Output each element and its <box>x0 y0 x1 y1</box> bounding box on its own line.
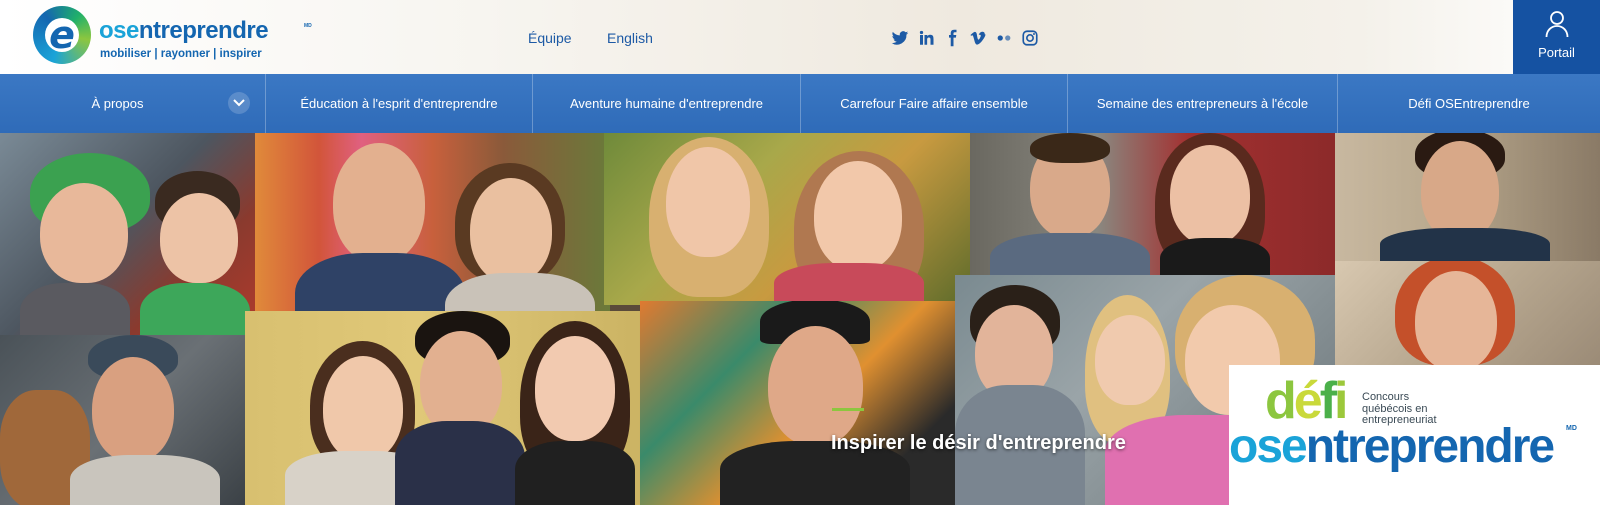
defi-osentreprendre-badge[interactable]: défi Concours québécois en entrepreneuri… <box>1229 365 1600 505</box>
nav-item-label: Défi OSEntreprendre <box>1408 96 1530 111</box>
portal-label: Portail <box>1538 45 1575 60</box>
english-link[interactable]: English <box>607 30 653 46</box>
nav-item-semaine[interactable]: Semaine des entrepreneurs à l'école <box>1068 74 1338 133</box>
top-header: e osentreprendre MD mobiliser | rayonner… <box>0 0 1600 74</box>
vimeo-icon[interactable] <box>969 29 987 47</box>
osentreprendre-logo[interactable]: e osentreprendre MD mobiliser | rayonner… <box>33 6 312 66</box>
nav-item-label: Aventure humaine d'entreprendre <box>569 96 764 111</box>
hero-photo-two-women <box>604 133 974 305</box>
user-icon <box>1545 11 1569 38</box>
flickr-icon[interactable] <box>995 29 1013 47</box>
hero-photo-young-man <box>1335 133 1600 261</box>
defi-osentreprendre-wordmark: osentreprendre <box>1229 420 1555 473</box>
hero-photo-three-teens <box>245 311 675 505</box>
hero-photo-yarn-couple <box>255 133 610 341</box>
nav-item-education[interactable]: Éducation à l'esprit d'entreprendre <box>266 74 533 133</box>
nav-item-label: Semaine des entrepreneurs à l'école <box>1096 96 1309 111</box>
slogan-accent-bar <box>832 408 864 411</box>
nav-item-defi[interactable]: Défi OSEntreprendre <box>1338 74 1600 133</box>
logo-md-mark: MD <box>304 23 312 29</box>
nav-item-a-propos[interactable]: À propos <box>0 74 266 133</box>
equipe-link[interactable]: Équipe <box>528 30 572 46</box>
linkedin-icon[interactable] <box>917 29 935 47</box>
logo-tagline: mobiliser | rayonner | inspirer <box>100 48 262 60</box>
main-navigation: À propos Éducation à l'esprit d'entrepre… <box>0 74 1600 133</box>
portal-button[interactable]: Portail <box>1513 0 1600 74</box>
instagram-icon[interactable] <box>1021 29 1039 47</box>
defi-md-mark: MD <box>1566 425 1577 432</box>
hero-photo-couple-barn <box>970 133 1335 281</box>
logo-e-glyph: e <box>49 13 75 57</box>
nav-item-label: À propos <box>91 96 144 111</box>
hero-photo-pottery-woman <box>1335 261 1600 371</box>
hero-photo-artist-cap <box>640 301 960 505</box>
nav-item-carrefour[interactable]: Carrefour Faire affaire ensemble <box>801 74 1068 133</box>
nav-item-label: Carrefour Faire affaire ensemble <box>840 96 1028 111</box>
facebook-icon[interactable] <box>943 29 961 47</box>
hero-slogan: Inspirer le désir d'entreprendre <box>831 432 1126 454</box>
hero-photo-baker <box>0 335 250 505</box>
logo-wordmark: osentreprendre <box>99 17 269 44</box>
hero-photo-kids-studio <box>0 133 265 341</box>
chevron-down-icon[interactable] <box>228 92 250 114</box>
twitter-icon[interactable] <box>891 29 909 47</box>
nav-item-label: Éducation à l'esprit d'entreprendre <box>300 96 498 111</box>
nav-item-aventure-humaine[interactable]: Aventure humaine d'entreprendre <box>533 74 801 133</box>
social-links <box>891 27 1039 49</box>
